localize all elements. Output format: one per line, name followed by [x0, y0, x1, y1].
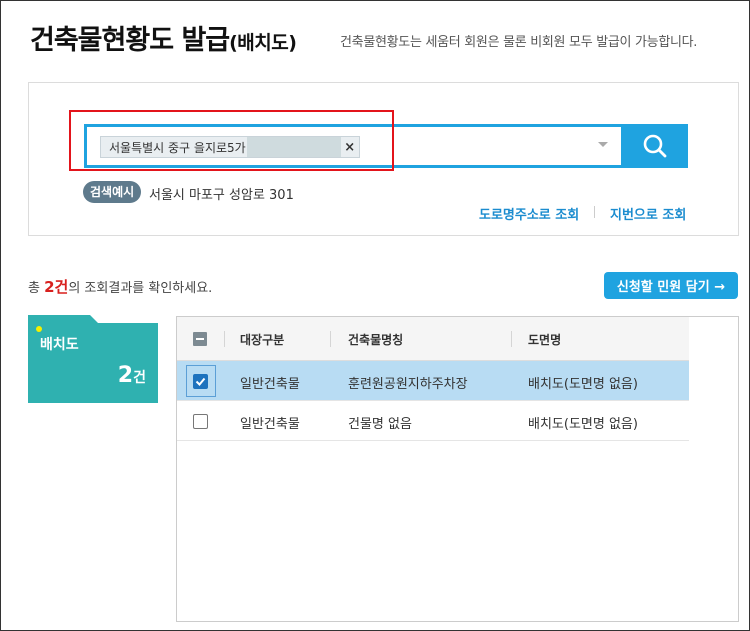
- search-example-badge: 검색예시: [83, 181, 142, 203]
- cell-drawing-name: 배치도(도면명 없음): [528, 417, 638, 432]
- page-title-main: 건축물현황도 발급: [30, 25, 230, 56]
- drawing-type-label: 배치도: [40, 337, 79, 353]
- red-highlight-annotation: [69, 110, 394, 171]
- drawing-type-count-number: 2: [117, 363, 134, 388]
- search-panel: 서울특별시 중구 을지로5가 × 검색예시 서울시 마포구 성암로 301 도로…: [28, 82, 739, 236]
- table-row[interactable]: 일반건축물 훈련원공원지하주차장 배치도(도면명 없음): [177, 361, 689, 401]
- lot-number-lookup-link[interactable]: 지번으로 조회: [610, 204, 686, 223]
- result-summary: 총 2건의 조회결과를 확인하세요.: [28, 276, 212, 297]
- summary-prefix: 총: [28, 281, 45, 296]
- page-description: 건축물현황도는 세움터 회원은 물론 비회원 모두 발급이 가능합니다.: [340, 35, 698, 50]
- column-header-building-name: 건축물명칭: [348, 333, 404, 347]
- column-header-drawing-name: 도면명: [528, 333, 562, 347]
- summary-count: 2건: [44, 278, 69, 296]
- table-header: 대장구분 건축물명칭 도면명: [177, 317, 689, 361]
- column-header-register-type: 대장구분: [240, 333, 285, 347]
- drawing-type-card[interactable]: 배치도 2건: [28, 315, 158, 403]
- page-title-sub: (배치도): [229, 32, 297, 54]
- select-all-checkbox[interactable]: [193, 332, 207, 346]
- add-to-cart-button[interactable]: 신청할 민원 담기 →: [604, 272, 738, 299]
- page-title: 건축물현황도 발급(배치도): [30, 18, 297, 57]
- row-checkbox[interactable]: [193, 374, 208, 389]
- summary-suffix: 의 조회결과를 확인하세요.: [68, 281, 213, 296]
- road-address-lookup-link[interactable]: 도로명주소로 조회: [479, 204, 579, 223]
- cell-register-type: 일반건축물: [240, 417, 300, 432]
- row-checkbox[interactable]: [193, 414, 208, 429]
- cell-register-type: 일반건축물: [240, 377, 300, 392]
- search-button[interactable]: [621, 124, 688, 168]
- chevron-down-icon[interactable]: [598, 142, 608, 147]
- table-row[interactable]: 일반건축물 건물명 없음 배치도(도면명 없음): [177, 401, 689, 441]
- checkmark-icon: [194, 375, 207, 388]
- indicator-dot-icon: [36, 326, 42, 332]
- search-icon: [643, 134, 666, 158]
- drawing-type-count: 2건: [118, 363, 146, 388]
- header-divider: [224, 331, 225, 347]
- drawing-type-count-unit: 건: [133, 370, 146, 386]
- header-divider: [330, 331, 331, 347]
- cell-building-name: 건물명 없음: [348, 417, 412, 432]
- search-example-text: 서울시 마포구 성암로 301: [149, 188, 294, 203]
- cell-drawing-name: 배치도(도면명 없음): [528, 377, 638, 392]
- results-table: 대장구분 건축물명칭 도면명 일반건축물 훈련원공원지하주차장 배치도(도면명 …: [176, 316, 739, 622]
- cell-building-name: 훈련원공원지하주차장: [348, 377, 468, 392]
- link-divider: [594, 206, 595, 218]
- header-divider: [511, 331, 512, 347]
